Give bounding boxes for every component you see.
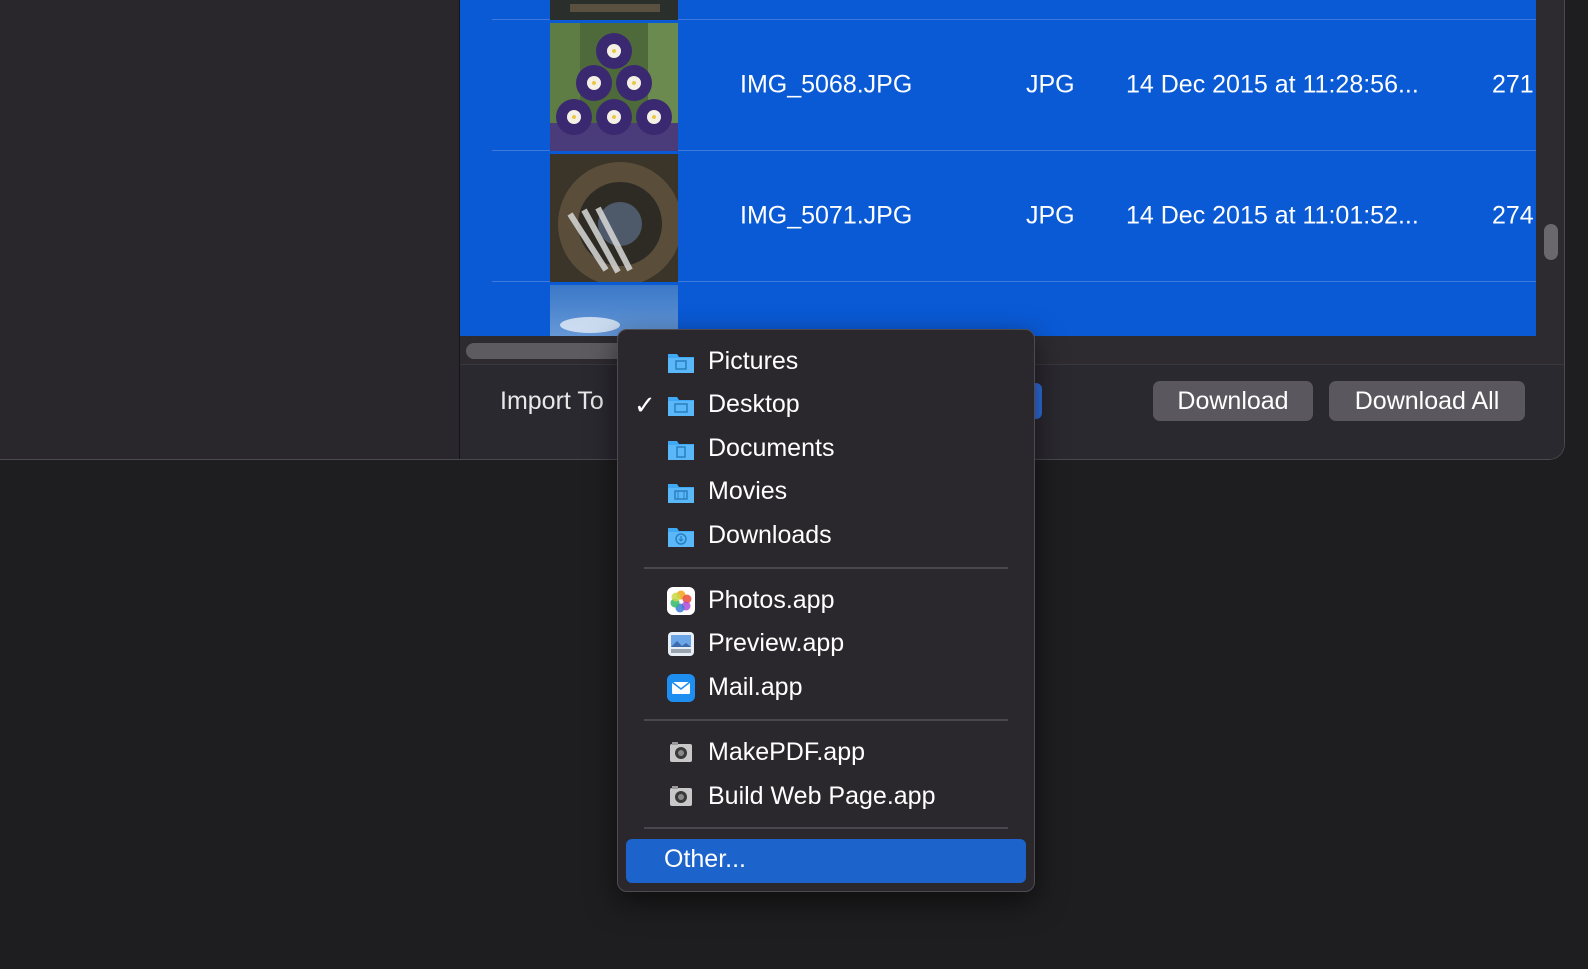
photos-app-icon — [667, 587, 695, 615]
menu-item-other[interactable]: Other... — [626, 839, 1026, 883]
file-list[interactable]: IMG_5068.JPG JPG 14 Dec 2015 at 11:28:56… — [460, 0, 1536, 336]
download-button[interactable]: Download — [1153, 381, 1313, 421]
table-row[interactable]: IMG_5068.JPG JPG 14 Dec 2015 at 11:28:56… — [492, 20, 1536, 151]
flowers-thumbnail — [550, 23, 678, 151]
folder-documents-icon — [668, 441, 694, 460]
table-row[interactable] — [492, 282, 1536, 336]
import-to-menu: Pictures ✓ Desktop Documents Movies Down… — [617, 329, 1035, 892]
menu-item-label: Pictures — [708, 347, 799, 375]
automator-app-icon — [670, 742, 692, 762]
menu-item-label: MakePDF.app — [708, 738, 866, 766]
menu-item-desktop[interactable]: ✓ Desktop — [626, 384, 1026, 426]
folder-movies-icon — [668, 484, 694, 503]
menu-item-label: Downloads — [708, 521, 832, 549]
menu-separator — [644, 567, 1008, 569]
menu-item-photos-app[interactable]: Photos.app — [626, 580, 1026, 622]
menu-item-label: Preview.app — [708, 629, 845, 657]
menu-item-label: Build Web Page.app — [708, 782, 936, 810]
menu-separator — [644, 827, 1008, 829]
menu-item-label: Desktop — [708, 390, 800, 418]
menu-item-build-web-page-app[interactable]: Build Web Page.app — [626, 776, 1026, 818]
menu-item-pictures[interactable]: Pictures — [626, 341, 1026, 383]
file-kind: JPG — [1026, 201, 1075, 230]
file-size: 271 — [1492, 70, 1534, 99]
menu-item-label: Documents — [708, 434, 835, 462]
menu-item-mail-app[interactable]: Mail.app — [626, 667, 1026, 709]
file-name: IMG_5071.JPG — [740, 201, 913, 230]
menu-item-label: Mail.app — [708, 673, 803, 701]
staircase-thumbnail — [550, 154, 678, 282]
import-to-label: Import To — [500, 387, 604, 415]
folder-downloads-icon — [668, 528, 694, 547]
file-name: IMG_5068.JPG — [740, 70, 913, 99]
file-date: 14 Dec 2015 at 11:01:52... — [1126, 201, 1419, 230]
folder-desktop-icon — [668, 397, 694, 416]
table-row[interactable]: IMG_5071.JPG JPG 14 Dec 2015 at 11:01:52… — [492, 151, 1536, 282]
preview-app-icon — [668, 632, 694, 656]
menu-item-documents[interactable]: Documents — [626, 428, 1026, 470]
automator-app-icon — [670, 786, 692, 806]
device-sidebar — [0, 0, 460, 459]
checkmark-icon: ✓ — [634, 390, 656, 420]
menu-separator — [644, 719, 1008, 721]
file-date: 14 Dec 2015 at 11:28:56... — [1126, 70, 1419, 99]
menu-item-makepdf-app[interactable]: MakePDF.app — [626, 732, 1026, 774]
menu-item-movies[interactable]: Movies — [626, 471, 1026, 513]
vertical-scroll-thumb[interactable] — [1544, 224, 1558, 260]
menu-item-label: Photos.app — [708, 586, 835, 614]
menu-item-label: Movies — [708, 477, 788, 505]
table-row[interactable] — [492, 0, 1536, 20]
file-size: 274 — [1492, 201, 1534, 230]
menu-item-label: Other... — [664, 845, 746, 873]
download-all-button[interactable]: Download All — [1329, 381, 1525, 421]
menu-item-downloads[interactable]: Downloads — [626, 515, 1026, 557]
photo-thumbnail — [550, 0, 678, 20]
file-kind: JPG — [1026, 70, 1075, 99]
mail-app-icon — [667, 674, 695, 702]
menu-item-preview-app[interactable]: Preview.app — [626, 623, 1026, 665]
folder-pictures-icon — [668, 354, 694, 373]
